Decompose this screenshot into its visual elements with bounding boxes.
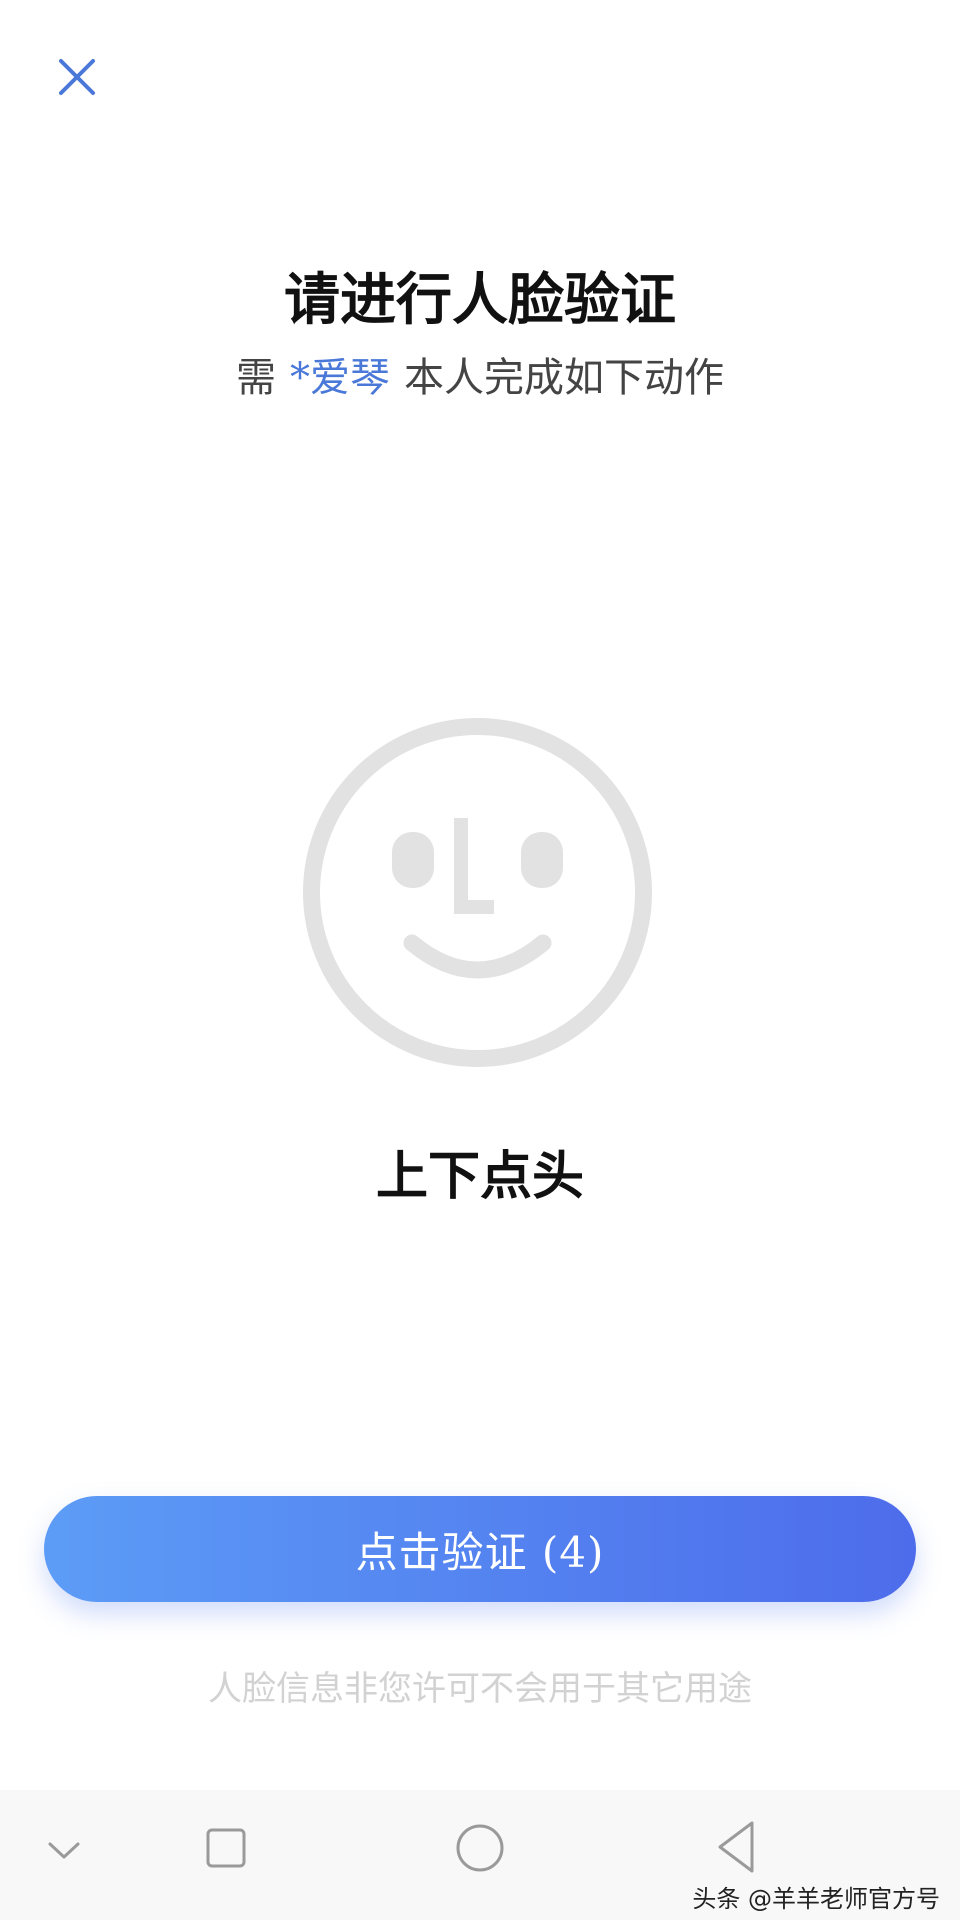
chevron-down-icon <box>48 1842 80 1859</box>
subtitle-prefix: 需 <box>236 355 276 401</box>
action-instruction: 上下点头 <box>375 1146 584 1207</box>
watermark: 头条 @羊羊老师官方号 <box>692 1885 940 1913</box>
close-button[interactable] <box>52 52 102 102</box>
user-name: *爱琴 <box>290 355 390 401</box>
nav-back-button[interactable] <box>712 1818 760 1876</box>
verify-button-label: 点击验证 (4) <box>355 1527 605 1577</box>
circle-icon <box>456 1824 504 1872</box>
subtitle-suffix: 本人完成如下动作 <box>404 355 724 401</box>
verify-button[interactable]: 点击验证 (4) <box>44 1496 916 1602</box>
page-title: 请进行人脸验证 <box>284 267 676 333</box>
triangle-back-icon <box>718 1821 754 1873</box>
nav-hide-button[interactable] <box>44 1830 84 1870</box>
square-icon <box>206 1828 246 1868</box>
nav-recents-button[interactable] <box>204 1826 248 1870</box>
face-outline-icon <box>300 715 655 1070</box>
subtitle: 需 *爱琴 本人完成如下动作 <box>0 350 960 406</box>
privacy-note: 人脸信息非您许可不会用于其它用途 <box>208 1669 752 1709</box>
close-icon <box>59 59 95 95</box>
nav-home-button[interactable] <box>454 1822 506 1874</box>
